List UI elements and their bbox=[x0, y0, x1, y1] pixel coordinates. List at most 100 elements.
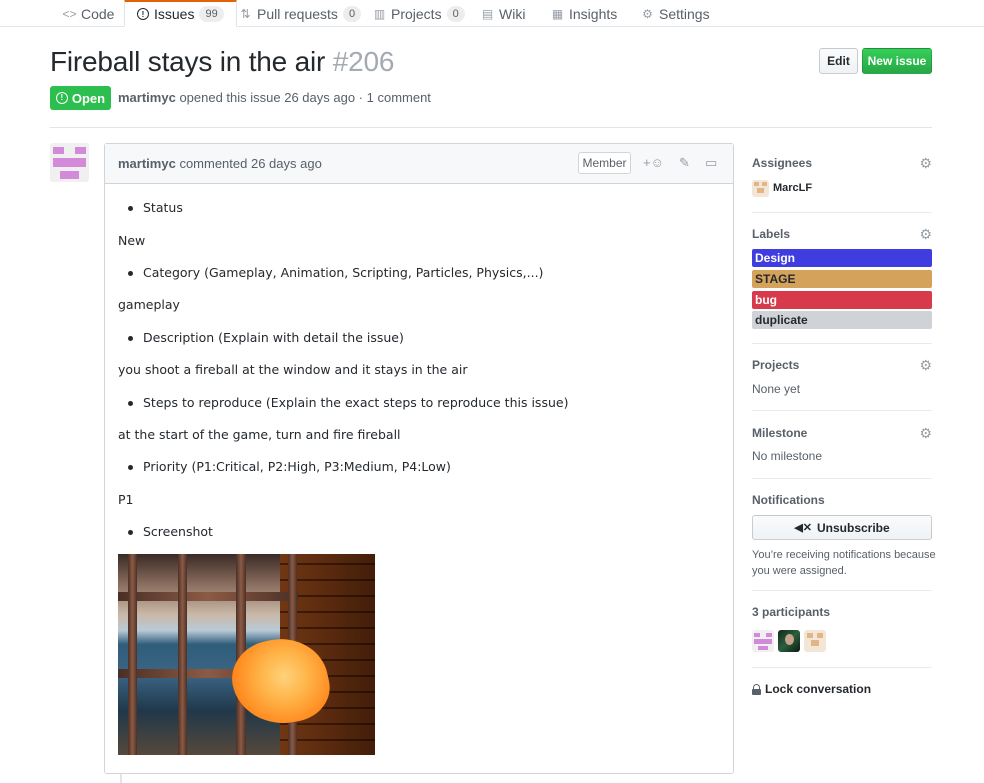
reply-icon[interactable]: ▭ bbox=[705, 155, 717, 171]
tab-settings-label: Settings bbox=[659, 5, 710, 22]
lock-conversation-label: Lock conversation bbox=[765, 682, 872, 696]
participant-avatar[interactable] bbox=[778, 630, 800, 652]
git-pull-request-icon: ⇅ bbox=[240, 6, 251, 21]
list-item: Steps to reproduce (Explain the exact st… bbox=[118, 395, 568, 410]
sidebar-notifications: Notifications bbox=[752, 493, 932, 507]
comment-header: martimyc commented 26 days ago Member +☺… bbox=[105, 144, 733, 184]
paragraph: you shoot a fireball at the window and i… bbox=[118, 362, 468, 377]
issue-opened-icon: ! bbox=[55, 92, 68, 104]
label-bug[interactable]: bug bbox=[752, 291, 932, 309]
participant-avatar[interactable] bbox=[804, 630, 826, 652]
participants-title: 3 participants bbox=[752, 605, 831, 619]
status-badge-label: Open bbox=[71, 90, 106, 106]
notification-reason-line1: You’re receiving notifications because bbox=[752, 549, 936, 561]
paragraph: gameplay bbox=[118, 297, 180, 312]
unsubscribe-label: Unsubscribe bbox=[817, 520, 890, 535]
sidebar-divider bbox=[752, 667, 932, 668]
sidebar-divider bbox=[752, 590, 932, 591]
projects-counter: 0 bbox=[446, 5, 465, 22]
milestone-title: Milestone bbox=[752, 426, 808, 440]
tab-projects-label: Projects bbox=[391, 5, 442, 22]
issue-title: Fireball stays in the air #206 bbox=[50, 46, 394, 78]
issue-opened-icon: ! bbox=[137, 8, 149, 20]
status-badge: ! Open bbox=[50, 86, 111, 110]
assignees-title: Assignees bbox=[752, 156, 813, 170]
list-item: Category (Gameplay, Animation, Scripting… bbox=[118, 265, 543, 280]
list-item: Status bbox=[118, 200, 183, 215]
gear-icon[interactable]: ⚙ bbox=[919, 226, 932, 243]
gear-icon[interactable]: ⚙ bbox=[919, 155, 932, 172]
tab-pull-requests-label: Pull requests bbox=[257, 5, 338, 22]
sidebar-participants: 3 participants bbox=[752, 605, 932, 619]
notification-reason: You’re receiving notifications because y… bbox=[752, 547, 936, 579]
notifications-title: Notifications bbox=[752, 493, 825, 507]
issues-counter: 99 bbox=[199, 6, 224, 22]
tab-projects[interactable]: ▥ Projects 0 bbox=[373, 0, 465, 27]
new-issue-button[interactable]: New issue bbox=[862, 48, 932, 74]
avatar[interactable] bbox=[50, 143, 89, 182]
projects-title: Projects bbox=[752, 358, 800, 372]
tab-issues-label: Issues bbox=[154, 6, 195, 22]
gear-icon[interactable]: ⚙ bbox=[919, 425, 932, 442]
screenshot-image[interactable] bbox=[118, 554, 375, 755]
tab-code[interactable]: <> Code bbox=[62, 0, 115, 27]
tab-insights[interactable]: ▦ Insights bbox=[551, 0, 617, 27]
edit-button[interactable]: Edit bbox=[819, 48, 858, 74]
label-design[interactable]: Design bbox=[752, 249, 932, 267]
tab-settings[interactable]: ⚙ Settings bbox=[641, 0, 710, 27]
code-icon: <> bbox=[62, 6, 77, 21]
label-stage[interactable]: STAGE bbox=[752, 270, 932, 288]
comment-time[interactable]: commented 26 days ago bbox=[179, 156, 321, 171]
sidebar-divider bbox=[752, 212, 932, 213]
issue-meta-text: opened this issue 26 days ago · 1 commen… bbox=[179, 90, 431, 105]
label-duplicate[interactable]: duplicate bbox=[752, 311, 932, 329]
issue-number: #206 bbox=[332, 46, 395, 77]
issue-comment: martimyc commented 26 days ago Member +☺… bbox=[104, 143, 734, 774]
timeline-line bbox=[120, 774, 122, 783]
gear-icon[interactable]: ⚙ bbox=[919, 357, 932, 374]
pull-requests-counter: 0 bbox=[342, 5, 362, 22]
participant-avatar[interactable] bbox=[752, 630, 774, 652]
assignee-name[interactable]: MarcLF bbox=[773, 182, 812, 194]
list-item: Description (Explain with detail the iss… bbox=[118, 330, 404, 345]
mute-icon: ◀✕ bbox=[794, 522, 812, 534]
sidebar-assignees: Assignees ⚙ bbox=[752, 155, 932, 172]
paragraph: New bbox=[118, 233, 146, 248]
repo-tabnav: <> Code ! Issues 99 ⇅ Pull requests 0 ▥ … bbox=[0, 0, 984, 27]
sidebar-projects: Projects ⚙ bbox=[752, 357, 932, 374]
tab-code-label: Code bbox=[81, 5, 115, 22]
tab-wiki-label: Wiki bbox=[499, 5, 526, 22]
list-item: Screenshot bbox=[118, 524, 213, 539]
issue-meta: martimyc opened this issue 26 days ago ·… bbox=[118, 90, 431, 105]
tab-wiki[interactable]: ▤ Wiki bbox=[481, 0, 526, 27]
sidebar-divider bbox=[752, 478, 932, 479]
lock-conversation-link[interactable]: Lock conversation bbox=[752, 682, 871, 696]
unsubscribe-button[interactable]: ◀✕ Unsubscribe bbox=[752, 515, 932, 540]
paragraph: P1 bbox=[118, 492, 134, 507]
list-item: Priority (P1:Critical, P2:High, P3:Mediu… bbox=[118, 459, 451, 474]
tab-pull-requests[interactable]: ⇅ Pull requests 0 bbox=[239, 0, 362, 27]
lock-icon bbox=[752, 683, 761, 695]
book-icon: ▤ bbox=[481, 6, 494, 21]
notification-reason-line2: you were assigned. bbox=[752, 565, 847, 577]
sidebar-divider bbox=[752, 343, 932, 344]
issue-title-text: Fireball stays in the air bbox=[50, 46, 326, 77]
project-icon: ▥ bbox=[373, 6, 386, 21]
sidebar-labels: Labels ⚙ bbox=[752, 226, 932, 243]
sidebar-milestone: Milestone ⚙ bbox=[752, 425, 932, 442]
projects-value: None yet bbox=[752, 382, 801, 396]
sidebar-divider bbox=[752, 410, 932, 411]
graph-icon: ▦ bbox=[551, 6, 564, 21]
gear-icon: ⚙ bbox=[642, 6, 653, 21]
comment-author[interactable]: martimyc bbox=[118, 156, 176, 171]
assignee-avatar[interactable] bbox=[752, 180, 769, 197]
pencil-icon[interactable]: ✎ bbox=[679, 155, 690, 171]
header-divider bbox=[50, 127, 932, 128]
add-reaction-icon[interactable]: +☺ bbox=[643, 155, 664, 170]
labels-title: Labels bbox=[752, 227, 791, 241]
comment-author-line: martimyc commented 26 days ago bbox=[118, 156, 322, 171]
author-link[interactable]: martimyc bbox=[118, 90, 176, 105]
paragraph: at the start of the game, turn and fire … bbox=[118, 427, 401, 442]
milestone-value: No milestone bbox=[752, 449, 823, 463]
tab-issues[interactable]: ! Issues 99 bbox=[124, 0, 237, 27]
